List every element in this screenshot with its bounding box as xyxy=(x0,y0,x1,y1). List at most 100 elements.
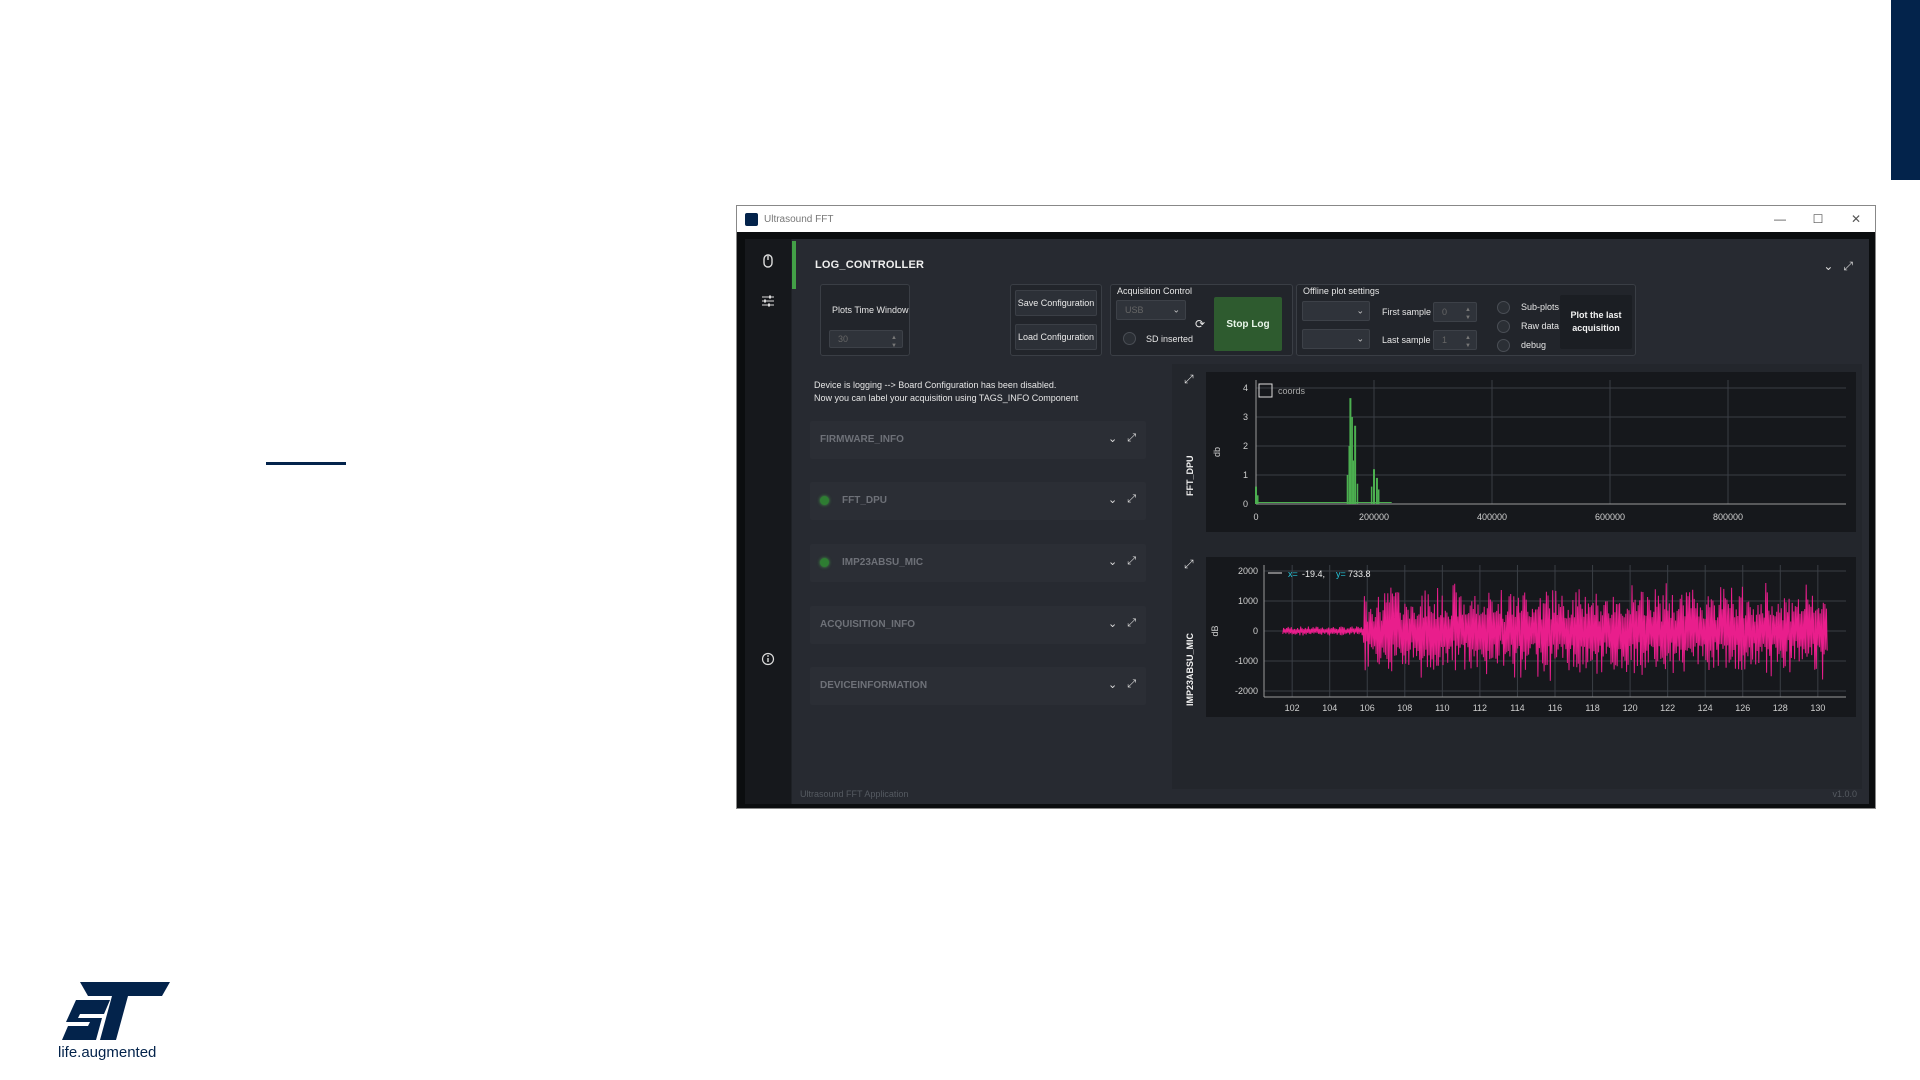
minimize-button[interactable]: — xyxy=(1761,206,1799,232)
stop-log-button[interactable]: Stop Log xyxy=(1214,297,1282,351)
active-indicator xyxy=(792,241,796,289)
fft-x-tick-label: 400000 xyxy=(1477,512,1507,522)
debug-checkbox[interactable] xyxy=(1497,339,1510,352)
window-title: Ultrasound FFT xyxy=(764,213,834,225)
offline-plot-settings-group: Offline plot settings ⌄ ⌄ First sample 0… xyxy=(1296,284,1636,356)
mic-x-tick-label: 126 xyxy=(1735,703,1750,713)
interface-select[interactable]: USB ⌄ xyxy=(1116,300,1186,320)
expand-icon[interactable]: ⤢ xyxy=(1184,372,1194,387)
fft-legend-box xyxy=(1258,383,1273,398)
st-logo-mark xyxy=(62,982,170,1040)
offline-plot-select-1[interactable]: ⌄ xyxy=(1302,301,1370,321)
raw-data-label: Raw data xyxy=(1521,321,1560,331)
acquisition-control-label: Acquisition Control xyxy=(1117,286,1193,296)
mic-cursor-y-value: 733.8 xyxy=(1348,569,1371,579)
fft-legend-label: coords xyxy=(1278,386,1306,396)
load-configuration-button[interactable]: Load Configuration xyxy=(1015,324,1097,350)
mic-x-tick-label: 118 xyxy=(1585,703,1599,713)
expand-icon[interactable]: ⤢ xyxy=(1127,678,1136,691)
plot-last-acquisition-button[interactable]: Plot the last acquisition xyxy=(1560,295,1632,349)
raw-data-checkbox[interactable] xyxy=(1497,320,1510,333)
expand-icon[interactable]: ⤢ xyxy=(1127,555,1136,568)
status-message-line-2: Now you can label your acquisition using… xyxy=(814,393,1079,403)
footer-version: v1.0.0 xyxy=(1832,789,1857,799)
component-controls: ⌄ ⤢ xyxy=(1108,432,1136,445)
mic-plot-title: IMP23ABSU_MIC xyxy=(1185,632,1195,706)
component-label: ACQUISITION_INFO xyxy=(820,619,916,630)
mouse-icon[interactable] xyxy=(758,251,778,271)
subplots-checkbox[interactable] xyxy=(1497,301,1510,314)
maximize-button[interactable]: ☐ xyxy=(1799,206,1837,232)
status-led xyxy=(820,496,829,505)
fft-x-tick-label: 200000 xyxy=(1359,512,1389,522)
chevron-down-icon[interactable]: ⌄ xyxy=(1108,678,1117,691)
sd-inserted-indicator xyxy=(1123,332,1136,345)
mic-plot[interactable]: 102 104 106 108 110 112 114 116 118 120 122 124 126 1… xyxy=(1206,557,1856,717)
mic-x-tick-label: 116 xyxy=(1548,703,1562,713)
fft-y-tick-label: 1 xyxy=(1243,470,1248,480)
component-firmware-info[interactable]: FIRMWARE_INFO ⌄ ⤢ xyxy=(810,421,1146,459)
close-button[interactable]: ✕ xyxy=(1837,206,1875,232)
configuration-group: Save Configuration Load Configuration xyxy=(1010,284,1102,356)
fft-y-axis-label: db xyxy=(1212,447,1222,457)
component-acquisition-info[interactable]: ACQUISITION_INFO ⌄ ⤢ xyxy=(810,606,1146,644)
slide-divider-line xyxy=(266,462,346,465)
first-sample-input[interactable]: 0 ▲ ▼ xyxy=(1433,302,1477,322)
sd-inserted-label: SD inserted xyxy=(1146,334,1194,344)
plots-time-window-input[interactable]: 30 ▲ ▼ xyxy=(829,330,903,350)
mic-x-tick-label: 108 xyxy=(1397,703,1412,713)
offline-plot-select-2[interactable]: ⌄ xyxy=(1302,329,1370,349)
last-sample-value: 1 xyxy=(1442,335,1448,345)
fft-x-tick-label: 0 xyxy=(1253,512,1258,522)
mic-x-tick-label: 106 xyxy=(1360,703,1375,713)
expand-icon[interactable]: ⤢ xyxy=(1127,617,1136,630)
mic-y-tick-label: -1000 xyxy=(1235,656,1258,666)
expand-icon[interactable]: ⤢ xyxy=(1127,493,1136,506)
status-led xyxy=(820,558,829,567)
spinner-arrows-icon[interactable]: ▲ ▼ xyxy=(1463,334,1473,350)
mic-x-tick-label: 112 xyxy=(1473,703,1487,713)
mic-x-tick-label: 122 xyxy=(1660,703,1675,713)
save-configuration-button[interactable]: Save Configuration xyxy=(1015,290,1097,316)
component-controls: ⌄ ⤢ xyxy=(1108,678,1136,691)
spinner-arrows-icon[interactable]: ▲ ▼ xyxy=(1463,306,1473,322)
expand-icon[interactable]: ⤢ xyxy=(1127,432,1136,445)
mic-x-tick-label: 102 xyxy=(1285,703,1300,713)
mic-x-tick-label: 110 xyxy=(1435,703,1449,713)
chevron-down-icon: ⌄ xyxy=(1356,305,1364,316)
expand-icon[interactable]: ⤢ xyxy=(1843,259,1853,274)
fft-plot-title: FFT_DPU xyxy=(1185,455,1195,497)
info-icon[interactable] xyxy=(758,649,778,669)
expand-icon[interactable]: ⤢ xyxy=(1184,557,1194,572)
brand-tagline: life.augmented xyxy=(58,1044,157,1061)
last-sample-input[interactable]: 1 ▲ ▼ xyxy=(1433,330,1477,350)
mic-y-tick-label: 0 xyxy=(1253,626,1258,636)
status-message-line-1: Device is logging --> Board Configuratio… xyxy=(814,380,1057,390)
component-imp23absu-mic[interactable]: IMP23ABSU_MIC ⌄ ⤢ xyxy=(810,544,1146,582)
component-label: FFT_DPU xyxy=(842,495,887,506)
refresh-icon[interactable]: ⟳ xyxy=(1195,317,1205,331)
fft-y-tick-label: 4 xyxy=(1243,383,1248,393)
mic-x-tick-label: 120 xyxy=(1623,703,1638,713)
main-panel: LOG_CONTROLLER ⌄ ⤢ Plots Time Window 30 … xyxy=(792,239,1869,804)
fft-plot-svg: 0 200000 400000 600000 800000 0 1 2 3 4 db coords xyxy=(1212,380,1846,522)
chevron-down-icon[interactable]: ⌄ xyxy=(1108,555,1117,568)
chevron-down-icon[interactable]: ⌄ xyxy=(1108,432,1117,445)
plots-panel: ⤢ FFT_DPU 0 200000 400000 600000 800000 0 1 2 3 4… xyxy=(1172,364,1862,789)
fft-y-tick-label: 3 xyxy=(1243,412,1248,422)
chevron-down-icon[interactable]: ⌄ xyxy=(1823,259,1833,274)
component-label: FIRMWARE_INFO xyxy=(820,434,904,445)
mic-cursor-y-label: y= xyxy=(1336,569,1346,579)
component-fft-dpu[interactable]: FFT_DPU ⌄ ⤢ xyxy=(810,482,1146,520)
chevron-down-icon[interactable]: ⌄ xyxy=(1108,617,1117,630)
slide-accent-bar xyxy=(1891,0,1920,180)
chevron-down-icon[interactable]: ⌄ xyxy=(1108,493,1117,506)
sliders-icon[interactable] xyxy=(758,291,778,311)
spinner-arrows-icon[interactable]: ▲ ▼ xyxy=(889,334,899,350)
component-label: IMP23ABSU_MIC xyxy=(842,557,924,568)
mic-plot-svg: 102 104 106 108 110 112 114 116 118 120 122 124 126 1… xyxy=(1210,565,1846,713)
window-controls: — ☐ ✕ xyxy=(1761,206,1875,232)
log-controller-title: LOG_CONTROLLER xyxy=(815,259,925,271)
fft-plot[interactable]: 0 200000 400000 600000 800000 0 1 2 3 4 db coords xyxy=(1206,372,1856,532)
component-device-information[interactable]: DEVICEINFORMATION ⌄ ⤢ xyxy=(810,667,1146,705)
